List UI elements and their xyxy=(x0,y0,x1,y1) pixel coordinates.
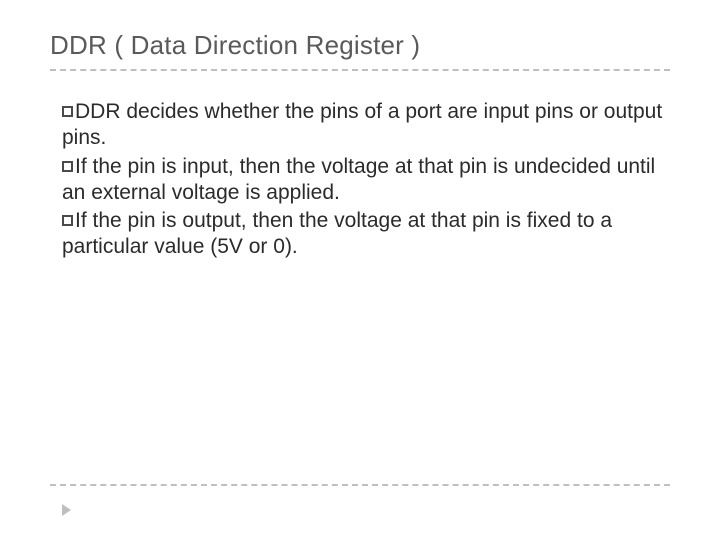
slide: DDR ( Data Direction Register ) DDR deci… xyxy=(0,0,720,540)
bullet-text: DDR decides whether the pins of a port a… xyxy=(62,100,662,149)
slide-title: DDR ( Data Direction Register ) xyxy=(50,30,670,61)
bullet-item: If the pin is output, then the voltage a… xyxy=(62,208,670,261)
bullet-text: If the pin is input, then the voltage at… xyxy=(62,155,655,204)
square-bullet-icon xyxy=(62,106,73,117)
arrow-right-icon xyxy=(62,504,71,516)
square-bullet-icon xyxy=(62,161,73,172)
footer-divider xyxy=(50,484,670,486)
bullet-text: If the pin is output, then the voltage a… xyxy=(62,209,612,258)
title-divider xyxy=(50,69,670,71)
bullet-item: DDR decides whether the pins of a port a… xyxy=(62,99,670,152)
square-bullet-icon xyxy=(62,215,73,226)
bullet-item: If the pin is input, then the voltage at… xyxy=(62,154,670,207)
slide-body: DDR decides whether the pins of a port a… xyxy=(50,99,670,261)
